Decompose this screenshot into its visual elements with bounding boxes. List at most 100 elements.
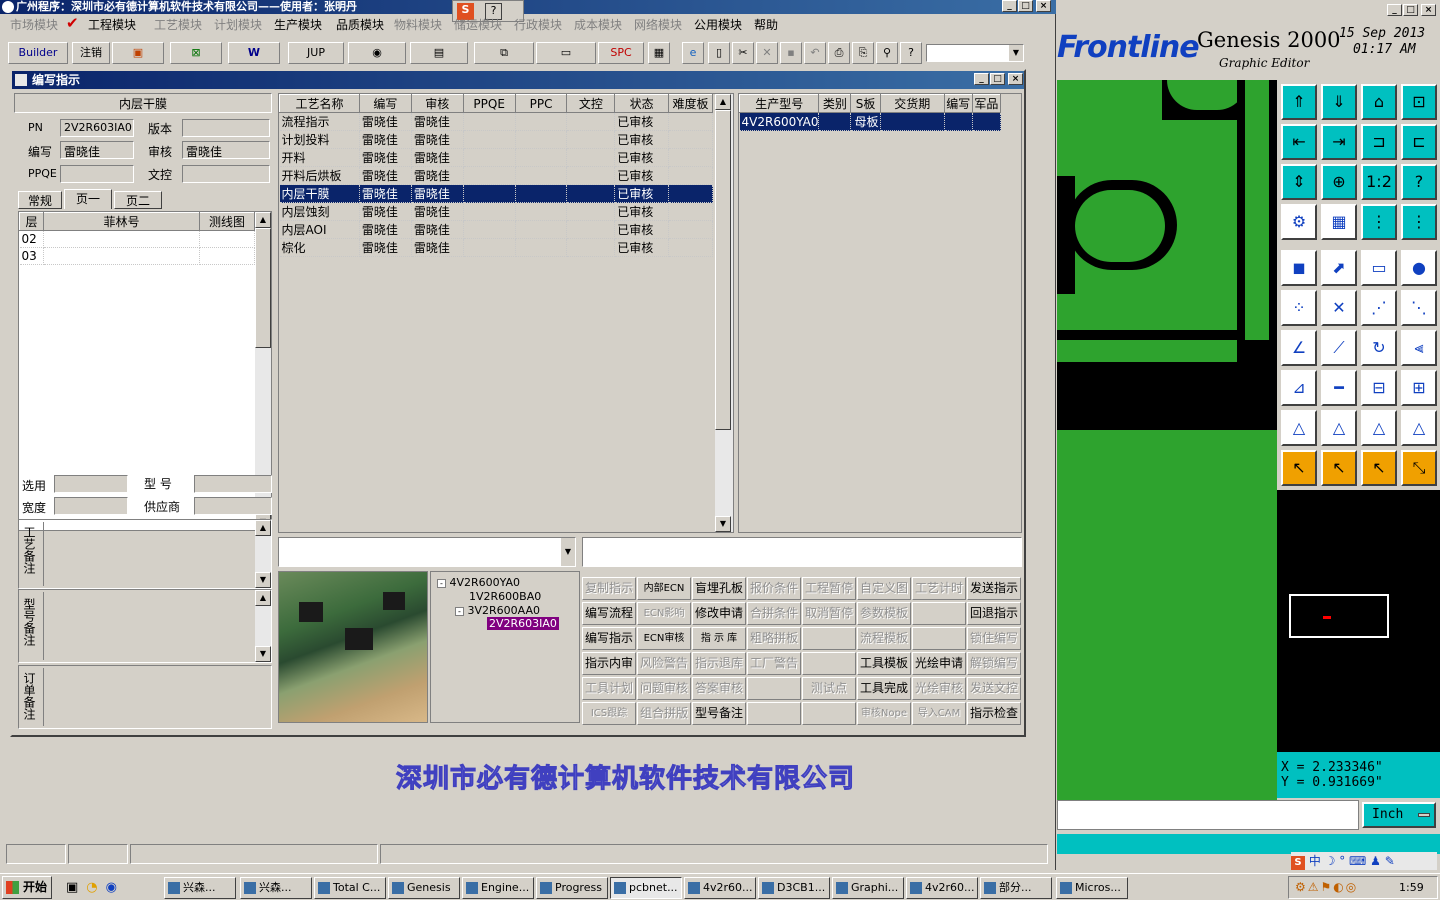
action-button[interactable]: 答案审核 xyxy=(692,677,746,700)
genesis-tool-icon[interactable]: ⊏ xyxy=(1401,124,1437,160)
taskbar-button[interactable]: Progress xyxy=(536,877,608,899)
genesis-tool-icon[interactable]: ◼ xyxy=(1281,250,1317,286)
question-icon[interactable]: ? xyxy=(900,42,922,64)
action-button[interactable]: 盲埋孔板 xyxy=(692,577,746,600)
scroll-up-arrow-icon[interactable]: ▲ xyxy=(715,94,731,110)
remark-field[interactable] xyxy=(582,537,1022,567)
chevron-down-icon[interactable]: ▼ xyxy=(1009,45,1023,61)
eye-icon[interactable]: ◉ xyxy=(348,42,406,64)
action-button[interactable]: 参数模板 xyxy=(857,602,911,625)
action-button[interactable] xyxy=(802,652,856,675)
genesis-tool-icon[interactable]: ⊞ xyxy=(1401,370,1437,406)
genesis-tool-icon[interactable]: ⫷ xyxy=(1401,330,1437,366)
process-col-2[interactable]: 审核 xyxy=(410,94,464,113)
genesis-maximize-button[interactable]: □ xyxy=(1403,4,1418,16)
product-col-3[interactable]: 交货期 xyxy=(879,94,945,113)
product-col-5[interactable]: 军品 xyxy=(971,94,1002,113)
genesis-tool-icon[interactable]: ⊡ xyxy=(1401,84,1437,120)
genesis-tool-icon[interactable]: ⟋ xyxy=(1321,330,1357,366)
product-col-0[interactable]: 生产型号 xyxy=(739,94,820,113)
cancel-button[interactable]: 注销 xyxy=(72,42,110,64)
tray-icons[interactable]: ⚙⚠⚑◐◎ xyxy=(1295,880,1358,894)
action-button[interactable]: 报价条件 xyxy=(747,577,801,600)
taskbar-button[interactable]: 4v2r60... xyxy=(906,877,978,899)
genesis-tool-icon[interactable]: ⋮ xyxy=(1401,204,1437,240)
database-icon[interactable]: ▤ xyxy=(410,42,468,64)
tree-collapse-icon[interactable]: - xyxy=(437,579,446,588)
dialog-close-button[interactable]: × xyxy=(1008,73,1023,85)
review-field[interactable]: 雷晓佳 xyxy=(182,141,270,159)
scroll-up-arrow-icon[interactable]: ▲ xyxy=(255,520,271,536)
action-button[interactable]: ECN审核 xyxy=(637,627,691,650)
process-col-0[interactable]: 工艺名称 xyxy=(279,94,360,113)
minimize-button[interactable]: _ xyxy=(1002,0,1017,12)
menu-item-8[interactable]: 行政模块 xyxy=(514,16,562,33)
menu-item-2[interactable]: 工艺模块 xyxy=(154,16,202,33)
genesis-tool-icon[interactable]: △ xyxy=(1361,410,1397,446)
scroll-down-arrow-icon[interactable]: ▼ xyxy=(715,516,731,532)
action-button[interactable]: 取消暂停 xyxy=(802,602,856,625)
model-field[interactable] xyxy=(194,475,272,493)
chevron-down-icon[interactable]: ▼ xyxy=(561,538,575,566)
action-button[interactable]: 工厂警告 xyxy=(747,652,801,675)
pcbnet-icon[interactable]: ◉ xyxy=(106,880,125,895)
table-row[interactable]: 开料 雷晓佳 雷晓佳 已审核 xyxy=(279,148,713,167)
table-row[interactable]: 棕化 雷晓佳 雷晓佳 已审核 xyxy=(279,238,713,257)
genesis-tool-icon[interactable]: ▭ xyxy=(1361,250,1397,286)
col-test[interactable]: 测线图 xyxy=(199,212,255,231)
calc-icon[interactable]: ▦ xyxy=(648,42,670,64)
genesis-tool-icon[interactable]: ⁘ xyxy=(1281,290,1317,326)
action-button[interactable]: 导入CAM xyxy=(912,702,966,725)
process-col-5[interactable]: 文控 xyxy=(566,94,616,113)
action-button[interactable]: 指示检查 xyxy=(967,702,1021,725)
menu-item-11[interactable]: 公用模块 xyxy=(694,16,742,33)
dialog-minimize-button[interactable]: _ xyxy=(974,73,989,85)
scroll-up-arrow-icon[interactable]: ▲ xyxy=(255,590,271,606)
find-icon[interactable]: ⚲ xyxy=(876,42,898,64)
genesis-tool-icon[interactable]: ⇑ xyxy=(1281,84,1317,120)
start-button[interactable]: 开始 xyxy=(2,876,52,899)
delete-icon[interactable]: ✕ xyxy=(756,42,778,64)
maximize-button[interactable]: □ xyxy=(1018,0,1033,12)
col-layer[interactable]: 层 xyxy=(19,212,44,231)
action-button[interactable]: 编写流程 xyxy=(582,602,636,625)
action-button[interactable]: 指示内审 xyxy=(582,652,636,675)
action-button[interactable] xyxy=(802,702,856,725)
action-button[interactable]: 锁住编写 xyxy=(967,627,1021,650)
dialog-maximize-button[interactable]: □ xyxy=(990,73,1005,85)
computer-icon[interactable]: ▭ xyxy=(536,42,596,64)
genesis-tool-icon[interactable]: ⇓ xyxy=(1321,84,1357,120)
new-file-icon[interactable]: ▯ xyxy=(708,42,730,64)
action-button[interactable]: 问题审核 xyxy=(637,677,691,700)
process-scrollbar[interactable]: ▲ ▼ xyxy=(715,94,733,532)
wencontrol-field[interactable] xyxy=(182,165,270,183)
process-col-3[interactable]: PPQE xyxy=(462,94,516,113)
tab-page-one[interactable]: 页一 xyxy=(64,189,112,209)
word-icon[interactable]: W xyxy=(228,42,280,64)
action-button[interactable] xyxy=(802,627,856,650)
col-film[interactable]: 菲林号 xyxy=(43,212,200,231)
action-button[interactable]: 修改申请 xyxy=(692,602,746,625)
tree-node-selected[interactable]: 2V2R603IA0 xyxy=(487,617,559,630)
action-button[interactable]: 工具模板 xyxy=(857,652,911,675)
product-col-2[interactable]: S板 xyxy=(850,94,881,113)
scroll-down-arrow-icon[interactable]: ▼ xyxy=(255,646,271,662)
overview-map[interactable] xyxy=(1277,490,1440,752)
close-button[interactable]: × xyxy=(1036,0,1051,12)
ime-mode-icon[interactable]: 中 ☽ ° ⌨ ♟ ✎ xyxy=(1309,854,1395,868)
menu-item-7[interactable]: 储运模块 xyxy=(454,16,502,33)
process-col-1[interactable]: 编写 xyxy=(358,94,412,113)
genesis-tool-icon[interactable]: ? xyxy=(1401,164,1437,200)
genesis-tool-icon[interactable]: △ xyxy=(1321,410,1357,446)
action-button[interactable]: 内部ECN xyxy=(637,577,691,600)
menu-item-0[interactable]: 市场模块 xyxy=(10,16,58,33)
action-button[interactable]: 发送指示 xyxy=(967,577,1021,600)
genesis-tool-icon[interactable]: ● xyxy=(1401,250,1437,286)
taskbar-button[interactable]: D3CB1... xyxy=(758,877,830,899)
action-button[interactable]: 测试点 xyxy=(802,677,856,700)
print-icon[interactable]: ⎘ xyxy=(852,42,874,64)
process-col-7[interactable]: 难度板 xyxy=(668,94,713,113)
cut-icon[interactable]: ✂ xyxy=(732,42,754,64)
undo-icon[interactable]: ↶ xyxy=(804,42,826,64)
genesis-tool-icon[interactable]: ↻ xyxy=(1361,330,1397,366)
